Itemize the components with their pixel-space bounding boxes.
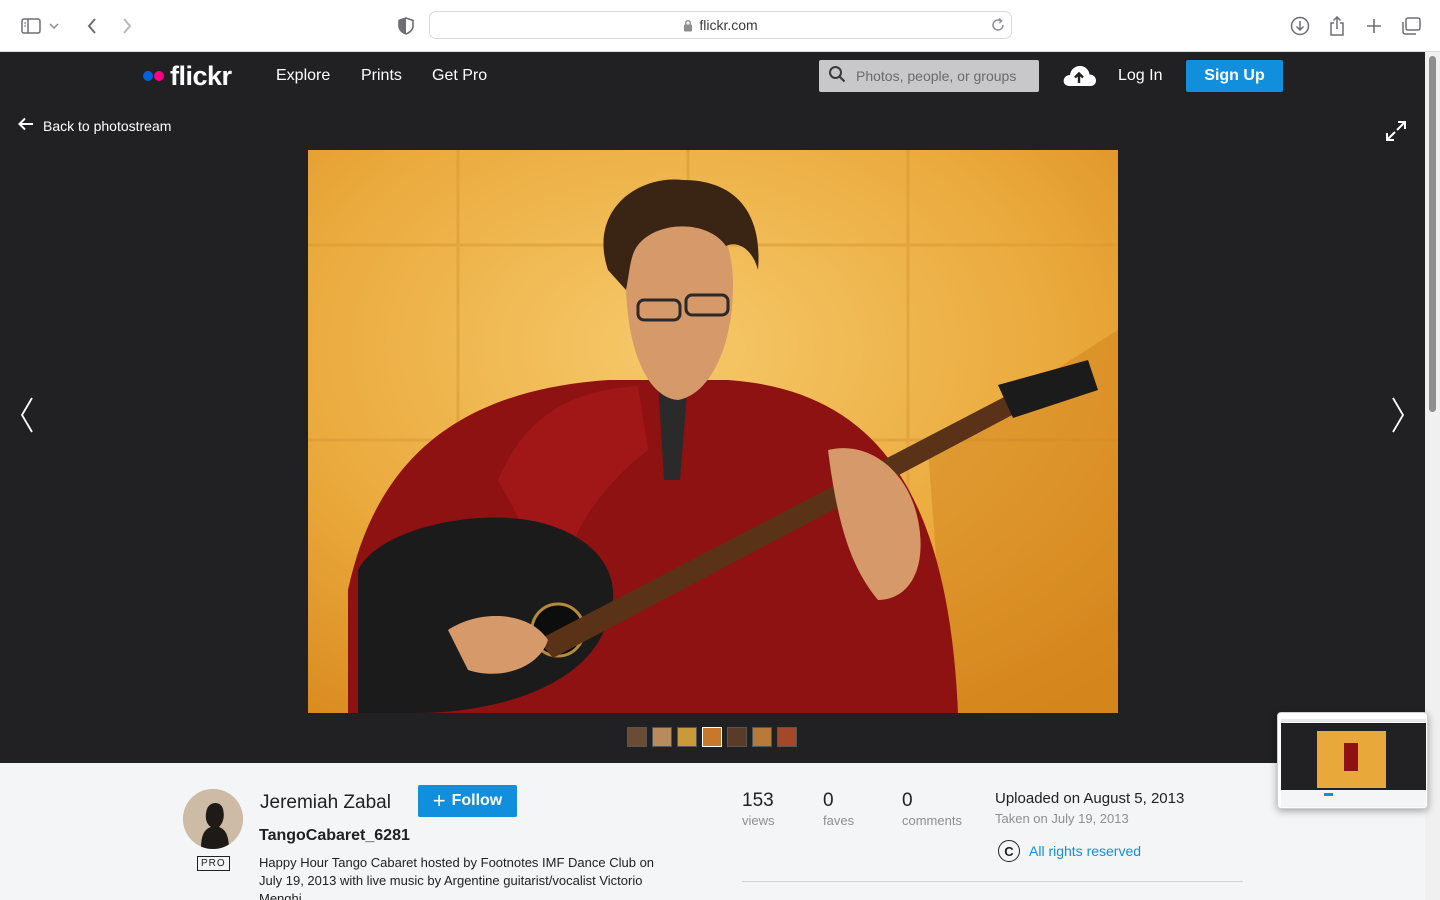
login-link[interactable]: Log In — [1118, 67, 1162, 85]
search-input[interactable] — [856, 68, 1026, 84]
pro-badge: PRO — [197, 856, 230, 871]
nav-explore[interactable]: Explore — [276, 67, 330, 85]
arrow-left-icon — [18, 117, 34, 134]
forward-icon[interactable] — [114, 13, 140, 39]
taken-date: Taken on July 19, 2013 — [995, 811, 1129, 826]
photo-title: TangoCabaret_6281 — [259, 827, 410, 844]
thumbnail[interactable] — [752, 727, 772, 747]
privacy-shield-icon[interactable] — [393, 13, 419, 39]
thumbnail-current[interactable] — [702, 727, 722, 747]
photo-description: Happy Hour Tango Cabaret hosted by Footn… — [259, 855, 655, 900]
sidebar-icon[interactable] — [18, 13, 44, 39]
reload-icon[interactable] — [990, 17, 1006, 33]
photo-info-panel: PRO Jeremiah Zabal + Follow TangoCabaret… — [0, 763, 1425, 900]
thumbnail[interactable] — [727, 727, 747, 747]
back-label: Back to photostream — [43, 117, 172, 134]
address-bar[interactable]: flickr.com — [429, 11, 1012, 39]
browser-toolbar: flickr.com — [0, 0, 1440, 52]
thumbnail-strip — [627, 727, 802, 747]
main-photo[interactable] — [308, 150, 1118, 713]
search-box — [819, 60, 1039, 92]
stat-views: 153 views — [742, 790, 775, 828]
follow-button[interactable]: + Follow — [418, 785, 517, 817]
nav-prints[interactable]: Prints — [361, 67, 402, 85]
tabs-overview-icon[interactable] — [1398, 13, 1424, 39]
owner-name[interactable]: Jeremiah Zabal — [260, 792, 391, 814]
new-tab-icon[interactable] — [1361, 13, 1387, 39]
stat-label: views — [742, 813, 775, 828]
license-info[interactable]: C All rights reserved — [998, 840, 1141, 862]
next-photo-arrow-icon[interactable] — [1388, 395, 1408, 435]
stat-label: comments — [902, 813, 962, 828]
thumbnail[interactable] — [652, 727, 672, 747]
upload-cloud-icon[interactable] — [1061, 62, 1097, 90]
fullscreen-expand-icon[interactable] — [1384, 119, 1408, 143]
upload-date: Uploaded on August 5, 2013 — [995, 790, 1185, 807]
stat-label: faves — [823, 813, 855, 828]
back-icon[interactable] — [79, 13, 105, 39]
flickr-logo[interactable]: flickr — [143, 62, 232, 90]
signup-button[interactable]: Sign Up — [1186, 60, 1283, 92]
owner-avatar[interactable] — [183, 789, 243, 849]
thumbnail[interactable] — [627, 727, 647, 747]
stat-faves: 0 faves — [823, 790, 854, 828]
follow-label: Follow — [451, 792, 503, 809]
divider — [742, 881, 1243, 882]
stat-comments: 0 comments — [902, 790, 962, 828]
copyright-icon: C — [998, 840, 1020, 862]
stat-value: 153 — [742, 790, 774, 811]
photo-viewer: Back to photostream — [0, 100, 1425, 763]
chevron-down-icon[interactable] — [47, 13, 61, 39]
back-to-photostream-link[interactable]: Back to photostream — [18, 117, 171, 134]
lock-icon — [683, 19, 693, 32]
license-link[interactable]: All rights reserved — [1029, 843, 1141, 859]
thumbnail[interactable] — [677, 727, 697, 747]
logo-text: flickr — [170, 61, 232, 91]
nav-get-pro[interactable]: Get Pro — [432, 67, 487, 85]
logo-dot-blue — [143, 71, 153, 81]
site-header: flickr Explore Prints Get Pro Log In Sig… — [0, 52, 1425, 100]
previous-photo-arrow-icon[interactable] — [17, 395, 37, 435]
plus-icon: + — [432, 788, 446, 813]
screenshot-preview-thumbnail[interactable] — [1277, 712, 1428, 809]
stat-value: 0 — [823, 790, 834, 811]
download-icon[interactable] — [1287, 13, 1313, 39]
logo-dot-pink — [154, 71, 164, 81]
search-icon[interactable] — [828, 65, 846, 88]
stat-value: 0 — [902, 790, 913, 811]
url-text: flickr.com — [699, 17, 758, 33]
share-icon[interactable] — [1324, 13, 1350, 39]
scrollbar-thumb[interactable] — [1429, 56, 1436, 412]
thumbnail[interactable] — [777, 727, 797, 747]
